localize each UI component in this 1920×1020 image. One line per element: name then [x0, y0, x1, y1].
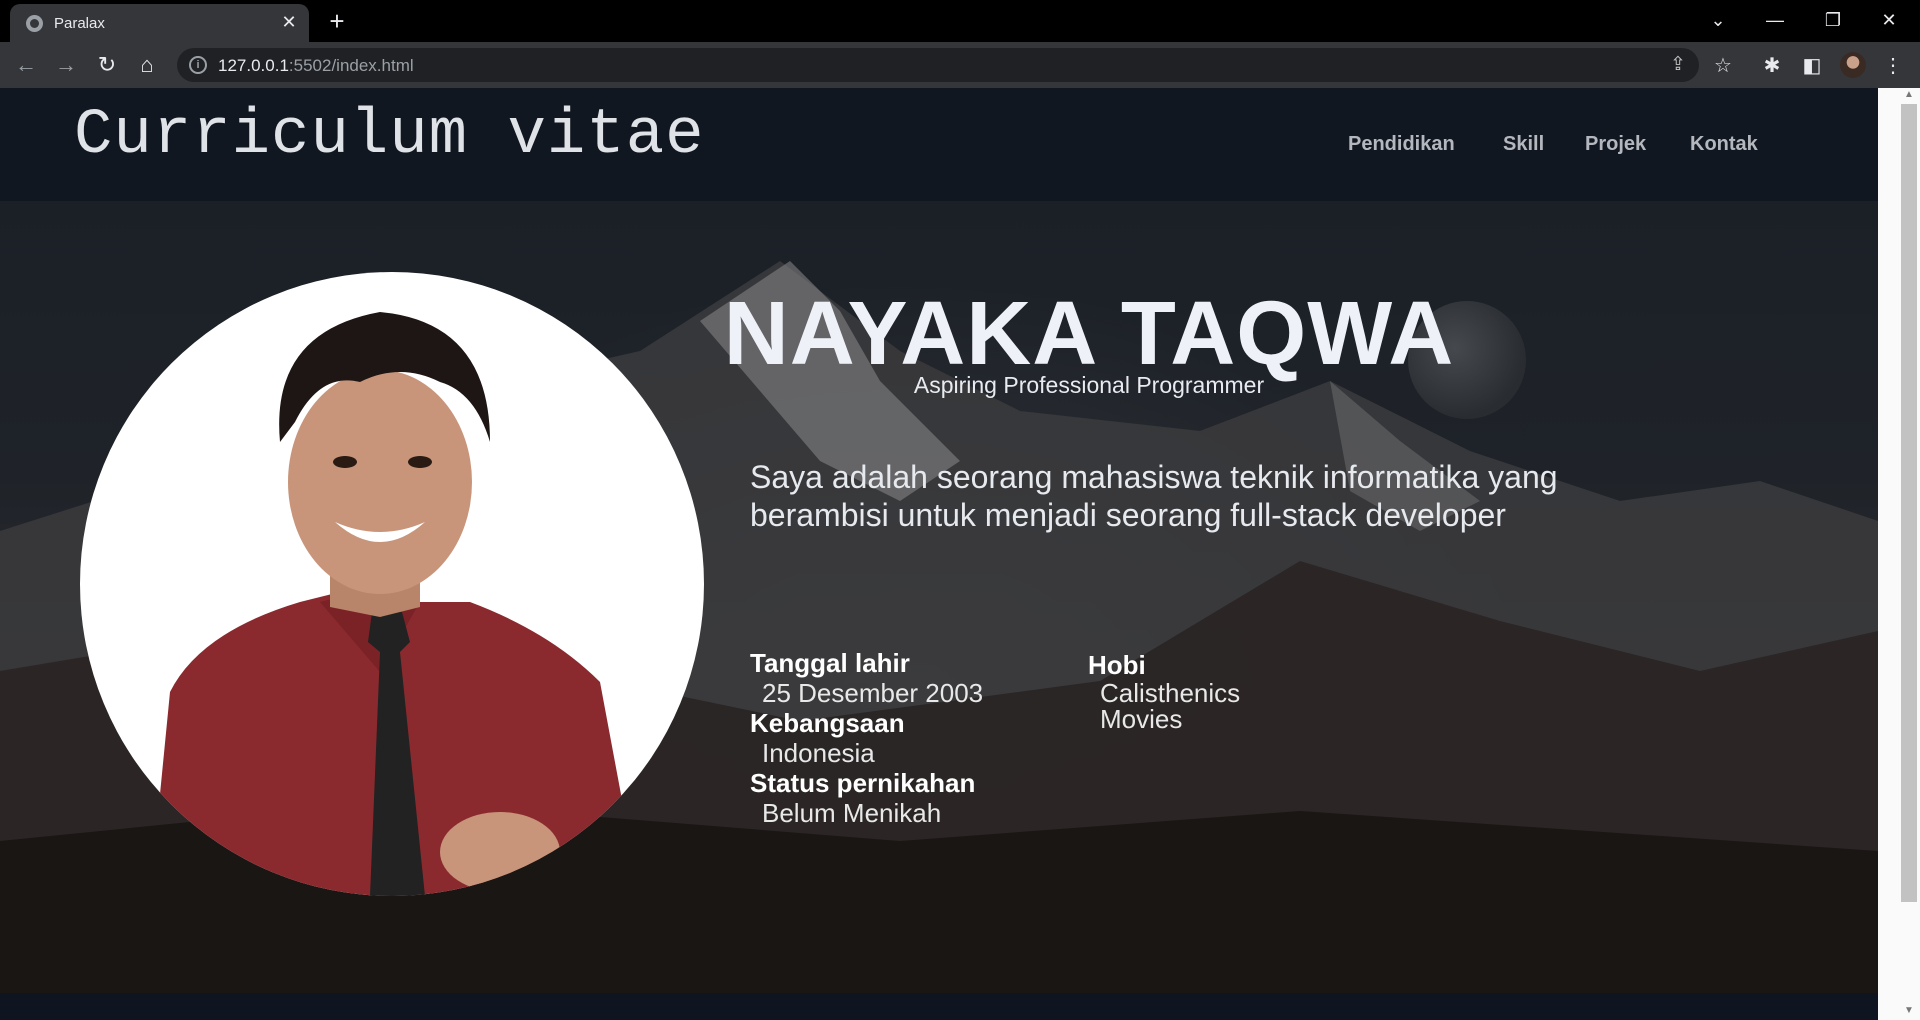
nav-link-pendidikan[interactable]: Pendidikan — [1348, 133, 1455, 156]
site-header: Curriculum vitae Pendidikan Skill Projek… — [0, 88, 1878, 201]
detail-label: Status pernikahan — [750, 768, 976, 798]
menu-dots-icon[interactable]: ⋮ — [1880, 53, 1906, 79]
side-panel-icon[interactable]: ◧ — [1799, 53, 1825, 79]
detail-label: Tanggal lahir — [750, 648, 910, 678]
site-title: Curriculum vitae — [74, 100, 705, 172]
detail-value: 25 Desember 2003 — [762, 678, 984, 708]
personal-details: Tanggal lahir 25 Desember 2003 Kebangsaa… — [750, 648, 983, 828]
tab-title: Paralax — [54, 15, 105, 32]
minimize-icon[interactable]: — — [1752, 4, 1798, 36]
section-divider — [0, 993, 1878, 1020]
site-info-icon[interactable]: i — [189, 56, 207, 74]
scroll-up-arrow[interactable]: ▲ — [1901, 88, 1917, 102]
browser-tab-bar: Paralax ✕ + ⌄ — ❐ ✕ — [0, 0, 1920, 42]
scroll-down-arrow[interactable]: ▼ — [1901, 1004, 1917, 1018]
hobbies-section: Hobi Calisthenics Movies — [1088, 650, 1240, 732]
detail-value: Indonesia — [762, 738, 875, 768]
profile-bio: Saya adalah seorang mahasiswa teknik inf… — [750, 459, 1558, 533]
close-window-icon[interactable]: ✕ — [1866, 4, 1912, 36]
detail-label: Kebangsaan — [750, 708, 905, 738]
globe-icon — [26, 15, 43, 32]
nav-link-skill[interactable]: Skill — [1503, 133, 1544, 156]
browser-toolbar: ← → ↻ ⌂ i 127.0.0.1:5502/index.html ⇪ ☆ … — [0, 42, 1920, 88]
back-icon[interactable]: ← — [10, 49, 42, 81]
tab-search-icon[interactable]: ⌄ — [1695, 4, 1741, 36]
home-icon[interactable]: ⌂ — [131, 49, 163, 81]
nav-link-kontak[interactable]: Kontak — [1690, 133, 1758, 156]
share-icon[interactable]: ⇪ — [1667, 54, 1689, 76]
hobby-label: Hobi — [1088, 650, 1146, 680]
bookmark-star-icon[interactable]: ☆ — [1710, 53, 1736, 79]
page-viewport: Curriculum vitae Pendidikan Skill Projek… — [0, 88, 1878, 1020]
profile-avatar[interactable] — [1840, 52, 1866, 78]
forward-icon[interactable]: → — [50, 49, 82, 81]
scrollbar-thumb[interactable] — [1901, 104, 1917, 902]
detail-value: Belum Menikah — [762, 798, 942, 828]
nav-link-projek[interactable]: Projek — [1585, 133, 1646, 156]
hobby-item: Movies — [1100, 704, 1183, 734]
restore-icon[interactable]: ❐ — [1810, 4, 1856, 36]
new-tab-button[interactable]: + — [322, 6, 352, 36]
reload-icon[interactable]: ↻ — [91, 49, 123, 81]
browser-tab[interactable]: Paralax ✕ — [10, 4, 309, 42]
address-bar[interactable]: i 127.0.0.1:5502/index.html ⇪ — [177, 48, 1699, 82]
hobby-item: Calisthenics — [1100, 678, 1241, 708]
url-text[interactable]: 127.0.0.1:5502/index.html — [218, 56, 414, 76]
extensions-icon[interactable]: ✱ — [1759, 53, 1785, 79]
profile-tagline: Aspiring Professional Programmer — [913, 372, 1265, 398]
close-tab-icon[interactable]: ✕ — [279, 12, 299, 32]
profile-name: NAYAKA TAQWA — [723, 284, 1455, 384]
profile-photo — [80, 272, 704, 896]
